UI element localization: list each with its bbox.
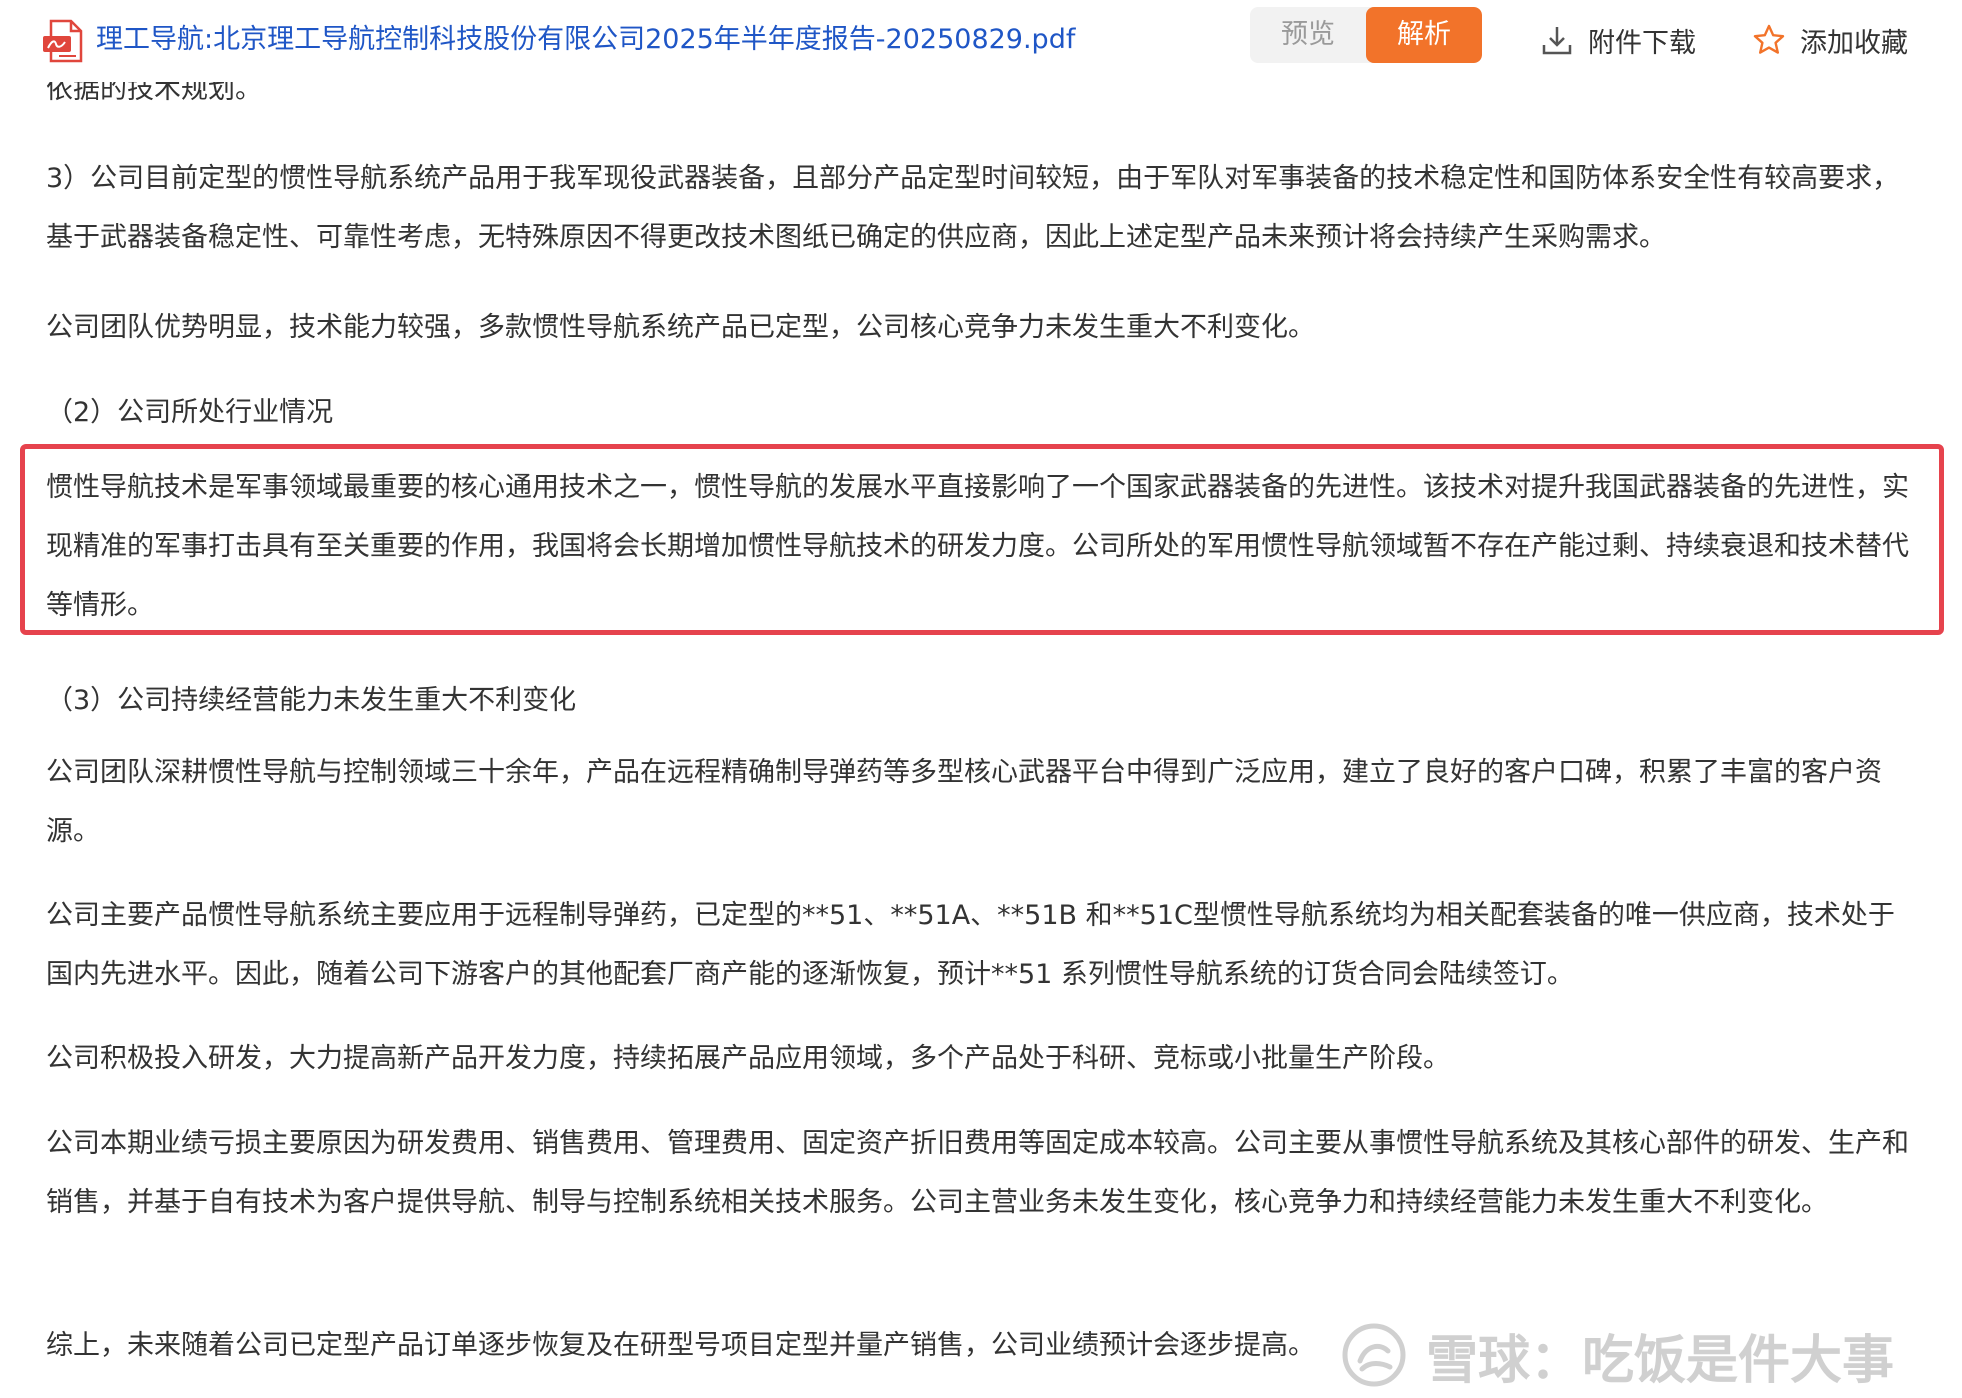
paragraph-industry-highlighted: 惯性导航技术是军事领域最重要的核心通用技术之一，惯性导航的发展水平直接影响了一个… xyxy=(46,472,1909,621)
pdf-file-icon xyxy=(43,18,85,64)
paragraph-procurement: 3）公司目前定型的惯性导航系统产品用于我军现役武器装备，且部分产品定型时间较短，… xyxy=(46,163,1900,253)
xueqiu-watermark: 雪球：吃饭是件大事 xyxy=(1340,1315,1894,1395)
view-mode-toggle: 预览 解析 xyxy=(1250,7,1482,63)
file-title-link[interactable]: 理工导航:北京理工导航控制科技股份有限公司2025年半年度报告-20250829… xyxy=(96,20,1075,60)
download-icon xyxy=(1540,23,1588,57)
favorite-label: 添加收藏 xyxy=(1800,27,1908,59)
download-attachment-button[interactable]: 附件下载 xyxy=(1540,20,1696,60)
paragraph-customer-resources: 公司团队深耕惯性导航与控制领域三十余年，产品在远程精确制导弹药等多型核心武器平台… xyxy=(46,757,1882,847)
parse-tab[interactable]: 解析 xyxy=(1366,7,1482,63)
paragraph-loss-reasons: 公司本期业绩亏损主要原因为研发费用、销售费用、管理费用、固定资产折旧费用等固定成… xyxy=(46,1128,1909,1218)
download-label: 附件下载 xyxy=(1588,27,1696,59)
document-content: 依据的技术规划。 3）公司目前定型的惯性导航系统产品用于我军现役武器装备，且部分… xyxy=(0,0,1962,1398)
add-favorite-button[interactable]: 添加收藏 xyxy=(1752,20,1908,60)
paragraph-team-advantage: 公司团队优势明显，技术能力较强，多款惯性导航系统产品已定型，公司核心竞争力未发生… xyxy=(46,312,1315,343)
xueqiu-logo-icon xyxy=(1340,1321,1426,1389)
watermark-text: 雪球：吃饭是件大事 xyxy=(1426,1330,1895,1391)
paragraph-main-products: 公司主要产品惯性导航系统主要应用于远程制导弹药，已定型的**51、**51A、*… xyxy=(46,900,1895,990)
section-heading-industry: （2）公司所处行业情况 xyxy=(46,397,334,428)
preview-tab[interactable]: 预览 xyxy=(1250,7,1366,63)
top-toolbar: 理工导航:北京理工导航控制科技股份有限公司2025年半年度报告-20250829… xyxy=(0,0,1962,82)
paragraph-rd-investment: 公司积极投入研发，大力提高新产品开发力度，持续拓展产品应用领域，多个产品处于科研… xyxy=(46,1043,1450,1074)
star-outline-icon xyxy=(1752,23,1800,57)
section-heading-operations: （3）公司持续经营能力未发生重大不利变化 xyxy=(46,685,577,716)
